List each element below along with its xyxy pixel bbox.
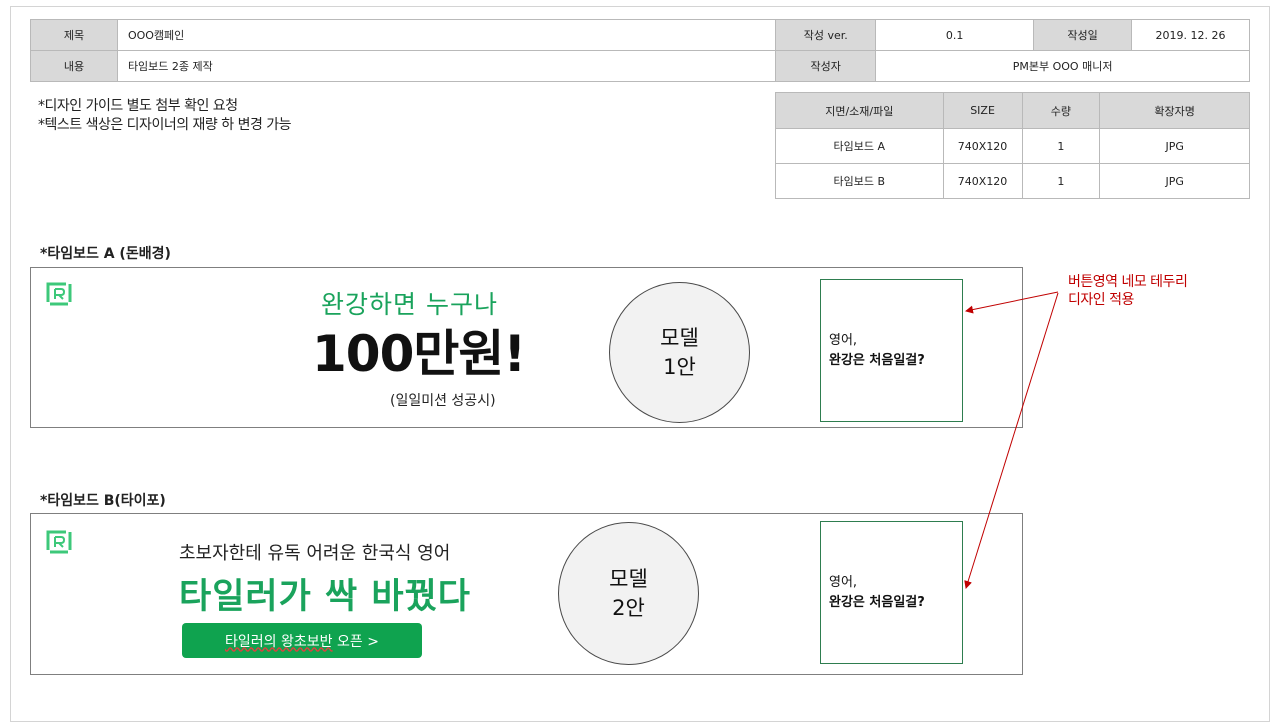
button-line-2: 완강은 처음일걸? [829, 352, 925, 368]
board-b-big-text: 타일러가 싹 바꿨다 [179, 577, 471, 617]
date-label: 작성일 [1033, 19, 1132, 51]
spec-header-row: 지면/소재/파일 SIZE 수량 확장자명 [775, 92, 1250, 129]
spec-row: 타임보드 A 740X120 1 JPG [775, 128, 1250, 164]
button-line-1: 영어, [829, 574, 858, 590]
author-value: PM본부 OOO 매니저 [875, 50, 1250, 82]
title-label: 제목 [30, 19, 118, 51]
cta-label-underlined: 타일러의 왕초보반 [225, 633, 333, 650]
spec-cell: JPG [1099, 128, 1250, 164]
callout-line: 버튼영역 네모 테두리 [1068, 274, 1188, 290]
board-b-cta-button[interactable]: 타일러의 왕초보반 오픈 > [182, 623, 422, 658]
model-variant: 2안 [612, 595, 645, 620]
version-label: 작성 ver. [775, 19, 877, 51]
spec-cell: 1 [1021, 128, 1101, 164]
model-placeholder-a: 모델 1안 [609, 282, 750, 423]
board-a-button-area[interactable]: 영어, 완강은 처음일걸? [820, 279, 963, 422]
button-line-1: 영어, [829, 332, 858, 348]
spec-table: 지면/소재/파일 SIZE 수량 확장자명 타임보드 A 740X120 1 J… [775, 92, 1250, 199]
spec-cell: 740X120 [942, 128, 1023, 164]
board-a-subtext: (일일미션 성공시) [390, 393, 496, 409]
spec-cell: JPG [1099, 163, 1250, 199]
spec-header-cell: 확장자명 [1099, 92, 1250, 129]
spec-header-cell: SIZE [942, 92, 1023, 129]
board-b-button-area[interactable]: 영어, 완강은 처음일걸? [820, 521, 963, 664]
spec-cell: 1 [1021, 163, 1101, 199]
callout-note: 버튼영역 네모 테두리 디자인 적용 [1068, 273, 1188, 309]
board-a-title: *타임보드 A (돈배경) [40, 246, 171, 262]
cta-label-rest: 오픈 > [332, 633, 379, 650]
board-a-big-text: 100만원! [312, 325, 526, 383]
model-label: 모델 [660, 325, 699, 350]
spec-row: 타임보드 B 740X120 1 JPG [775, 163, 1250, 199]
spec-header-cell: 수량 [1021, 92, 1101, 129]
model-variant: 1안 [663, 354, 696, 379]
info-row-title: 제목 OOO캠페인 작성 ver. 0.1 작성일 2019. 12. 26 [30, 19, 1250, 51]
spec-cell: 740X120 [942, 163, 1023, 199]
callout-line: 디자인 적용 [1068, 292, 1134, 308]
date-value: 2019. 12. 26 [1131, 19, 1250, 51]
spec-header-cell: 지면/소재/파일 [775, 92, 944, 129]
spec-cell: 타임보드 A [775, 128, 944, 164]
board-a: 완강하면 누구나 100만원! (일일미션 성공시) 모델 1안 영어, 완강은… [30, 267, 1023, 428]
info-row-content: 내용 타임보드 2종 제작 작성자 PM본부 OOO 매니저 [30, 50, 1250, 82]
board-b-headline: 초보자한테 유독 어려운 한국식 영어 [179, 543, 451, 564]
notes: *디자인 가이드 별도 첨부 확인 요청 *텍스트 색상은 디자이너의 재량 하… [38, 97, 292, 135]
title-value: OOO캠페인 [116, 19, 777, 51]
board-b: 초보자한테 유독 어려운 한국식 영어 타일러가 싹 바꿨다 타일러의 왕초보반… [30, 513, 1023, 675]
info-table: 제목 OOO캠페인 작성 ver. 0.1 작성일 2019. 12. 26 내… [30, 19, 1250, 82]
spec-cell: 타임보드 B [775, 163, 944, 199]
board-b-title: *타임보드 B(타이포) [40, 493, 166, 509]
note-line: *텍스트 색상은 디자이너의 재량 하 변경 가능 [38, 117, 292, 133]
note-line: *디자인 가이드 별도 첨부 확인 요청 [38, 98, 238, 114]
button-line-2: 완강은 처음일걸? [829, 594, 925, 610]
content-label: 내용 [30, 50, 118, 82]
author-label: 작성자 [775, 50, 877, 82]
model-label: 모델 [609, 566, 648, 591]
r-logo-icon [46, 282, 72, 306]
model-placeholder-b: 모델 2안 [558, 522, 699, 665]
version-value: 0.1 [875, 19, 1035, 51]
r-logo-icon [46, 530, 72, 554]
content-value: 타임보드 2종 제작 [116, 50, 777, 82]
